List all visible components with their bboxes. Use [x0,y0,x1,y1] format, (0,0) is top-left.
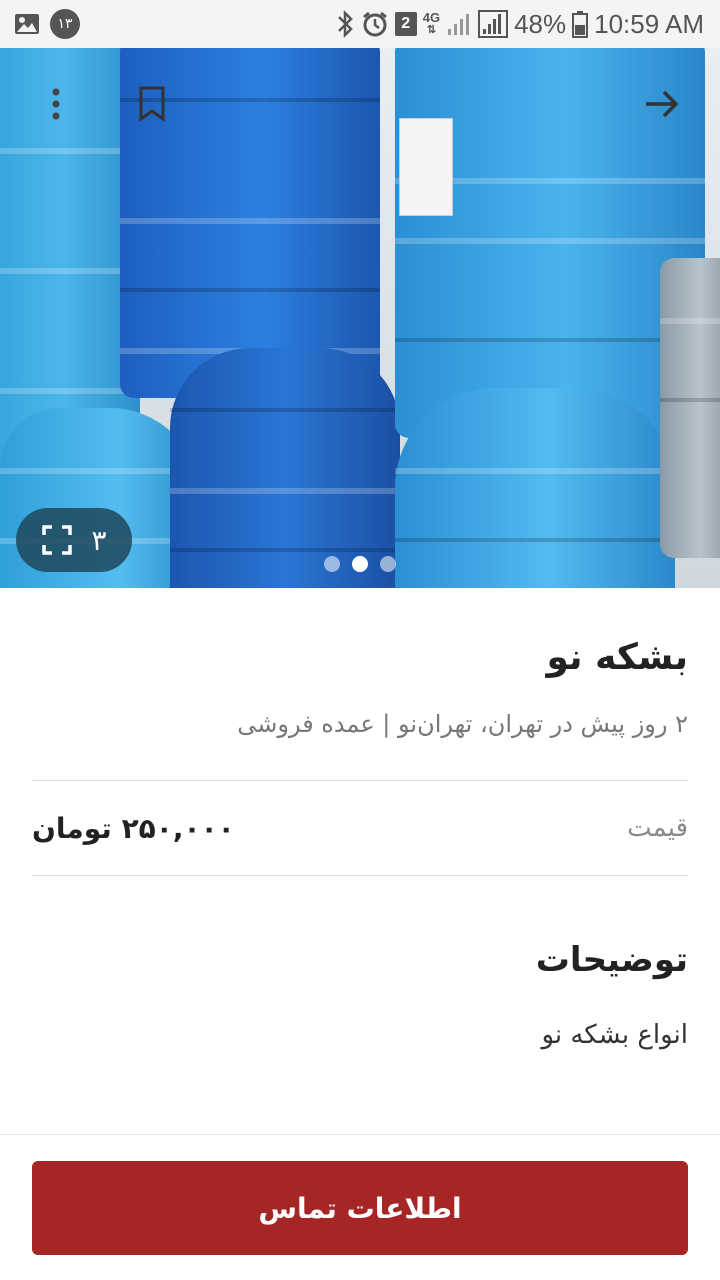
bookmark-icon[interactable] [132,84,172,124]
alarm-icon [361,10,389,38]
carousel-dot[interactable] [380,556,396,572]
sim-slot-badge: 2 [394,12,417,36]
signal-icon [446,11,472,37]
barrels-photo [0,48,720,588]
bottom-action-bar: اطلاعات تماس [0,1134,720,1280]
bluetooth-icon [335,10,355,38]
image-count: ۳ [91,523,107,557]
battery-percent: 48% [514,8,567,39]
price-row: قیمت ۲۵۰,۰۰۰ تومان [32,781,688,875]
signal-icon [478,10,509,38]
listing-details: بشکه نو ۲ روز پیش در تهران، تهران‌نو | ع… [32,588,688,1050]
carousel-dot-active[interactable] [352,556,368,572]
battery-icon [572,10,589,38]
listing-title: بشکه نو [546,637,688,678]
contact-info-button[interactable]: اطلاعات تماس [32,1161,688,1255]
status-bar: ۱۳ 2 4G ⇅ 48% 10:59 AM [0,0,720,48]
listing-meta: ۲ روز پیش در تهران، تهران‌نو | عمده فروش… [237,710,688,738]
carousel-indicator [0,556,720,572]
carousel-dot[interactable] [324,556,340,572]
clock: 10:59 AM [594,8,704,39]
divider [32,875,688,876]
back-arrow-icon[interactable] [640,84,684,124]
network-type: 4G ⇅ [422,10,441,36]
image-icon [14,12,40,36]
image-gallery[interactable]: ۳ [0,48,720,588]
price-value: ۲۵۰,۰۰۰ تومان [32,811,235,845]
more-vert-icon[interactable] [36,84,76,124]
notification-count-badge: ۱۳ [50,9,80,39]
fullscreen-icon [41,524,73,556]
description-heading: توضیحات [535,940,688,980]
description-text: انواع بشکه نو [541,1020,688,1050]
price-label: قیمت [627,813,688,843]
